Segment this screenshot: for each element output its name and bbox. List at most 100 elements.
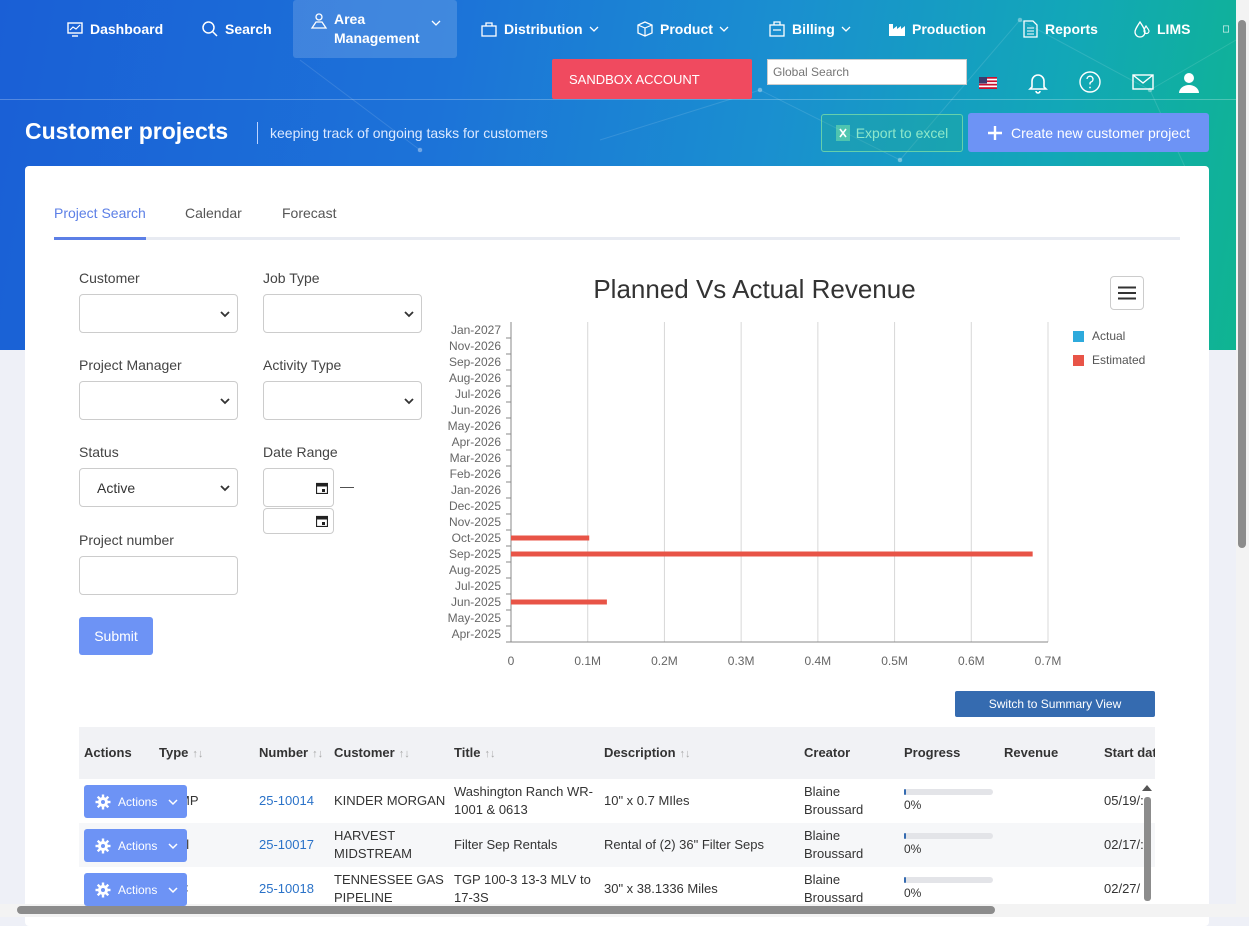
tab-calendar[interactable]: Calendar [185, 202, 242, 237]
y-tick-label: Jan-2027 [451, 323, 501, 337]
nav-reports[interactable]: Reports [1021, 0, 1098, 58]
gear-icon [95, 838, 111, 853]
nav-search[interactable]: Search [201, 0, 272, 58]
th-description[interactable]: Description ↑↓ [604, 727, 691, 779]
sort-icon: ↑↓ [192, 748, 204, 760]
horizontal-scrollbar-thumb[interactable] [17, 906, 995, 914]
y-tick-label: Aug-2025 [449, 563, 501, 577]
projects-table: Actions Type ↑↓ Number ↑↓ Customer ↑↓ Title… [79, 727, 1155, 907]
submit-button[interactable]: Submit [79, 617, 153, 655]
scroll-up-arrow-icon[interactable] [1141, 783, 1153, 793]
date-range-separator: — [340, 478, 354, 494]
user-icon[interactable] [1177, 70, 1201, 94]
plus-icon [988, 125, 1003, 140]
chevron-down-icon [168, 798, 178, 805]
th-title[interactable]: Title ↑↓ [454, 727, 496, 779]
page-vertical-scrollbar[interactable] [1236, 0, 1249, 917]
chevron-down-icon [168, 842, 178, 849]
status-select[interactable]: Active [79, 468, 238, 507]
x-tick-label: 0.6M [958, 654, 985, 668]
nav-search-label: Search [225, 21, 272, 37]
page-title: Customer projects [25, 118, 229, 144]
th-customer[interactable]: Customer ↑↓ [334, 727, 410, 779]
y-tick-label: Dec-2025 [449, 499, 501, 513]
y-tick-label: Apr-2025 [452, 627, 502, 641]
nav-billing[interactable]: Billing [768, 0, 851, 58]
y-tick-label: Feb-2026 [450, 467, 502, 481]
legend-item-estimated[interactable]: Estimated [1073, 353, 1145, 367]
global-search-input[interactable] [767, 59, 967, 85]
cell-creator: Blaine Broussard [804, 872, 864, 905]
nav-distribution-label: Distribution [504, 21, 583, 37]
mail-icon[interactable] [1131, 70, 1155, 94]
date-from-input[interactable] [263, 468, 334, 507]
page-horizontal-scrollbar[interactable] [0, 904, 1236, 917]
project-number-link[interactable]: 25-10014 [259, 792, 314, 810]
table-scrollbar[interactable] [1141, 781, 1153, 903]
us-flag-icon[interactable] [979, 77, 997, 89]
help-icon[interactable] [1078, 70, 1102, 94]
project-manager-select[interactable] [79, 381, 238, 420]
nav-dashboard[interactable]: Dashboard [66, 0, 163, 58]
area-management-icon [310, 13, 328, 29]
chevron-down-icon [220, 311, 230, 318]
cell-description: 30" x 38.1336 Miles [604, 881, 718, 896]
cell-title: Washington Ranch WR-1001 & 0613 [454, 784, 593, 817]
row-actions-button[interactable]: Actions [84, 873, 187, 906]
chevron-down-icon [168, 886, 178, 893]
nav-product[interactable]: Product [636, 0, 729, 58]
th-progress: Progress [904, 727, 960, 779]
nav-lims[interactable]: LIMS [1133, 0, 1190, 58]
th-revenue-label: Revenue [1004, 745, 1059, 760]
job-type-select[interactable] [263, 294, 422, 333]
export-label: Export to excel [855, 125, 949, 141]
row-actions-button[interactable]: Actions [84, 785, 187, 818]
x-tick-label: 0.1M [574, 654, 601, 668]
nav-area-management[interactable]: Area Management [293, 0, 457, 58]
legend-item-actual[interactable]: Actual [1073, 329, 1145, 343]
chart-menu-button[interactable] [1110, 276, 1144, 310]
create-customer-project-button[interactable]: Create new customer project [968, 113, 1209, 152]
row-actions-label: Actions [118, 838, 158, 853]
th-number[interactable]: Number ↑↓ [259, 727, 323, 779]
project-number-input[interactable] [79, 556, 238, 595]
project-number-link[interactable]: 25-10018 [259, 880, 314, 898]
project-number-label: Project number [79, 532, 174, 548]
status-label: Status [79, 444, 119, 460]
switch-to-summary-view-button[interactable]: Switch to Summary View [955, 691, 1155, 717]
bar-estimated-jun-2025[interactable] [511, 599, 607, 605]
calendar-icon[interactable] [316, 515, 328, 527]
th-start-date-label: Start dat [1104, 745, 1155, 760]
chevron-down-icon [841, 26, 851, 32]
table-scrollbar-thumb[interactable] [1144, 797, 1151, 901]
progress-bar-fill [904, 788, 906, 795]
nav-distribution[interactable]: Distribution [480, 0, 599, 58]
project-number-link[interactable]: 25-10017 [259, 836, 314, 854]
bell-icon[interactable] [1026, 70, 1050, 94]
customer-select[interactable] [79, 294, 238, 333]
progress-text: 0% [904, 841, 922, 856]
th-description-label: Description [604, 745, 676, 760]
chevron-down-icon [404, 311, 414, 318]
activity-type-select[interactable] [263, 381, 422, 420]
calendar-icon[interactable] [316, 482, 328, 494]
table-row: ActionsC25-10018TENNESSEE GAS PIPELINETG… [79, 867, 1155, 907]
export-to-excel-button[interactable]: Export to excel [821, 114, 963, 152]
nav-more[interactable] [1222, 0, 1236, 58]
chevron-down-icon [589, 26, 599, 32]
y-tick-label: Jul-2026 [455, 387, 501, 401]
date-to-input[interactable] [263, 508, 334, 534]
bar-estimated-sep-2025[interactable] [511, 551, 1033, 557]
gear-icon [95, 882, 111, 897]
tab-forecast[interactable]: Forecast [282, 202, 336, 237]
x-tick-label: 0.5M [881, 654, 908, 668]
x-tick-label: 0.7M [1035, 654, 1062, 668]
row-actions-button[interactable]: Actions [84, 829, 187, 862]
tab-project-search[interactable]: Project Search [54, 202, 146, 240]
progress-bar [904, 788, 993, 795]
th-type[interactable]: Type ↑↓ [159, 727, 203, 779]
cell-description: Rental of (2) 36" Filter Seps [604, 837, 764, 852]
vertical-scrollbar-thumb[interactable] [1238, 20, 1246, 548]
bar-estimated-oct-2025[interactable] [511, 535, 590, 541]
nav-production[interactable]: Production [888, 0, 986, 58]
